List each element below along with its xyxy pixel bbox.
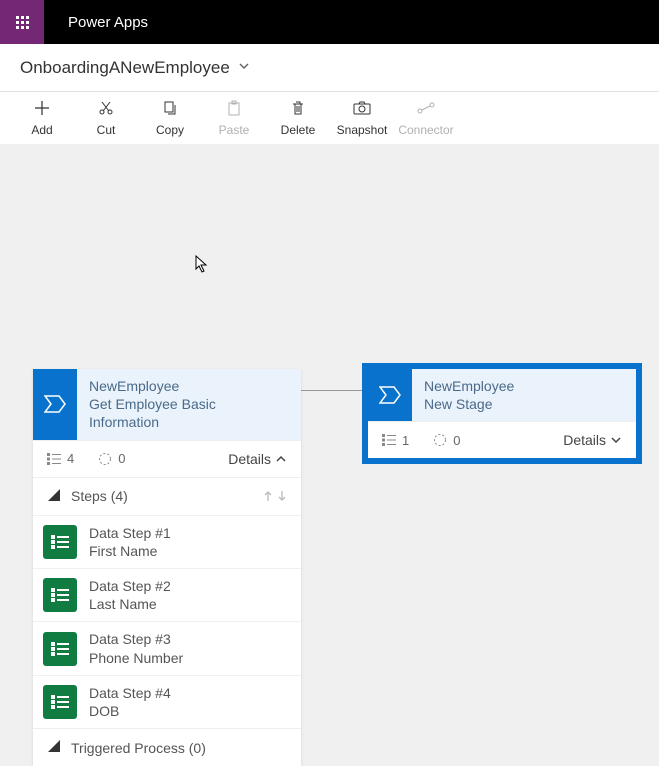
steps-count-stat: 1 (382, 433, 409, 448)
breadcrumb-bar: OnboardingANewEmployee (0, 44, 659, 92)
cut-label: Cut (97, 123, 116, 137)
copy-button[interactable]: Copy (138, 93, 202, 143)
delete-label: Delete (281, 123, 316, 137)
steps-section-header[interactable]: Steps (4) (33, 477, 301, 515)
branch-count-stat: 0 (98, 451, 125, 466)
step-text: Data Step #2Last Name (89, 577, 171, 613)
paste-label: Paste (219, 123, 250, 137)
app-launcher-button[interactable] (0, 0, 44, 44)
list-icon (47, 453, 61, 465)
triangle-icon (47, 739, 61, 756)
step-name: Data Step #3 (89, 630, 183, 648)
chevron-up-icon (275, 453, 287, 465)
camera-icon (353, 99, 371, 117)
stage-entity: NewEmployee (89, 377, 289, 395)
arrow-down-icon (277, 490, 287, 502)
data-step-icon (43, 525, 77, 559)
stage-title: Get Employee Basic Information (89, 395, 289, 431)
step-field: Last Name (89, 595, 171, 613)
stage-entity: NewEmployee (424, 377, 514, 395)
step-field: First Name (89, 542, 171, 560)
paste-icon (226, 99, 242, 117)
snapshot-button[interactable]: Snapshot (330, 93, 394, 143)
stage-header-text: NewEmployee Get Employee Basic Informati… (77, 369, 301, 440)
reorder-arrows[interactable] (263, 490, 287, 502)
data-step-row[interactable]: Data Step #1First Name (33, 515, 301, 568)
step-text: Data Step #1First Name (89, 524, 171, 560)
stage-header-text: NewEmployee New Stage (412, 369, 526, 421)
branch-count: 0 (453, 433, 460, 448)
stage-stats-row: 4 0 Details (33, 440, 301, 477)
list-icon (382, 434, 396, 446)
connector-icon (417, 99, 435, 117)
connector-button: Connector (394, 93, 458, 143)
add-button[interactable]: Add (10, 93, 74, 143)
data-step-row[interactable]: Data Step #3Phone Number (33, 621, 301, 674)
branch-count: 0 (118, 451, 125, 466)
stage-chevron-icon (368, 369, 412, 421)
waffle-icon (16, 16, 29, 29)
steps-count: 1 (402, 433, 409, 448)
steps-count-stat: 4 (47, 451, 74, 466)
chevron-down-icon[interactable] (238, 59, 250, 77)
paste-button: Paste (202, 93, 266, 143)
step-field: DOB (89, 702, 171, 720)
triggered-process-section[interactable]: Triggered Process (0) (33, 728, 301, 766)
branch-count-stat: 0 (433, 433, 460, 448)
stage-stats-row: 1 0 Details (368, 421, 636, 458)
arrow-up-icon (263, 490, 273, 502)
global-header: Power Apps (0, 0, 659, 44)
stage-connector-line (300, 390, 368, 391)
steps-count: 4 (67, 451, 74, 466)
data-step-icon (43, 578, 77, 612)
step-name: Data Step #2 (89, 577, 171, 595)
designer-canvas[interactable]: NewEmployee Get Employee Basic Informati… (0, 144, 659, 677)
details-label: Details (228, 451, 271, 467)
stage-title: New Stage (424, 395, 514, 413)
trash-icon (290, 99, 306, 117)
step-text: Data Step #3Phone Number (89, 630, 183, 666)
data-step-icon (43, 685, 77, 719)
data-step-icon (43, 632, 77, 666)
stage-card-b[interactable]: NewEmployee New Stage 1 0 Details (368, 369, 636, 458)
app-title: Power Apps (44, 14, 148, 31)
details-toggle[interactable]: Details (563, 432, 622, 448)
connector-label: Connector (398, 123, 453, 137)
flow-name[interactable]: OnboardingANewEmployee (20, 58, 230, 78)
snapshot-label: Snapshot (337, 123, 388, 137)
stage-card-a[interactable]: NewEmployee Get Employee Basic Informati… (33, 369, 301, 766)
branch-icon (98, 452, 112, 466)
triangle-icon (47, 488, 61, 505)
triggered-header-label: Triggered Process (0) (71, 740, 206, 756)
cut-button[interactable]: Cut (74, 93, 138, 143)
stage-chevron-icon (33, 369, 77, 440)
stage-header[interactable]: NewEmployee Get Employee Basic Informati… (33, 369, 301, 440)
toolbar: Add Cut Copy Paste Delete Snapshot Con (0, 92, 659, 144)
copy-label: Copy (156, 123, 184, 137)
copy-icon (162, 99, 178, 117)
steps-header-label: Steps (4) (71, 488, 128, 504)
chevron-down-icon (610, 434, 622, 446)
plus-icon (34, 99, 50, 117)
details-label: Details (563, 432, 606, 448)
step-text: Data Step #4DOB (89, 684, 171, 720)
branch-icon (433, 433, 447, 447)
stage-header[interactable]: NewEmployee New Stage (368, 369, 636, 421)
data-step-row[interactable]: Data Step #2Last Name (33, 568, 301, 621)
step-field: Phone Number (89, 649, 183, 667)
step-name: Data Step #1 (89, 524, 171, 542)
data-step-row[interactable]: Data Step #4DOB (33, 675, 301, 728)
step-name: Data Step #4 (89, 684, 171, 702)
add-label: Add (31, 123, 52, 137)
delete-button[interactable]: Delete (266, 93, 330, 143)
details-toggle[interactable]: Details (228, 451, 287, 467)
scissors-icon (98, 99, 114, 117)
